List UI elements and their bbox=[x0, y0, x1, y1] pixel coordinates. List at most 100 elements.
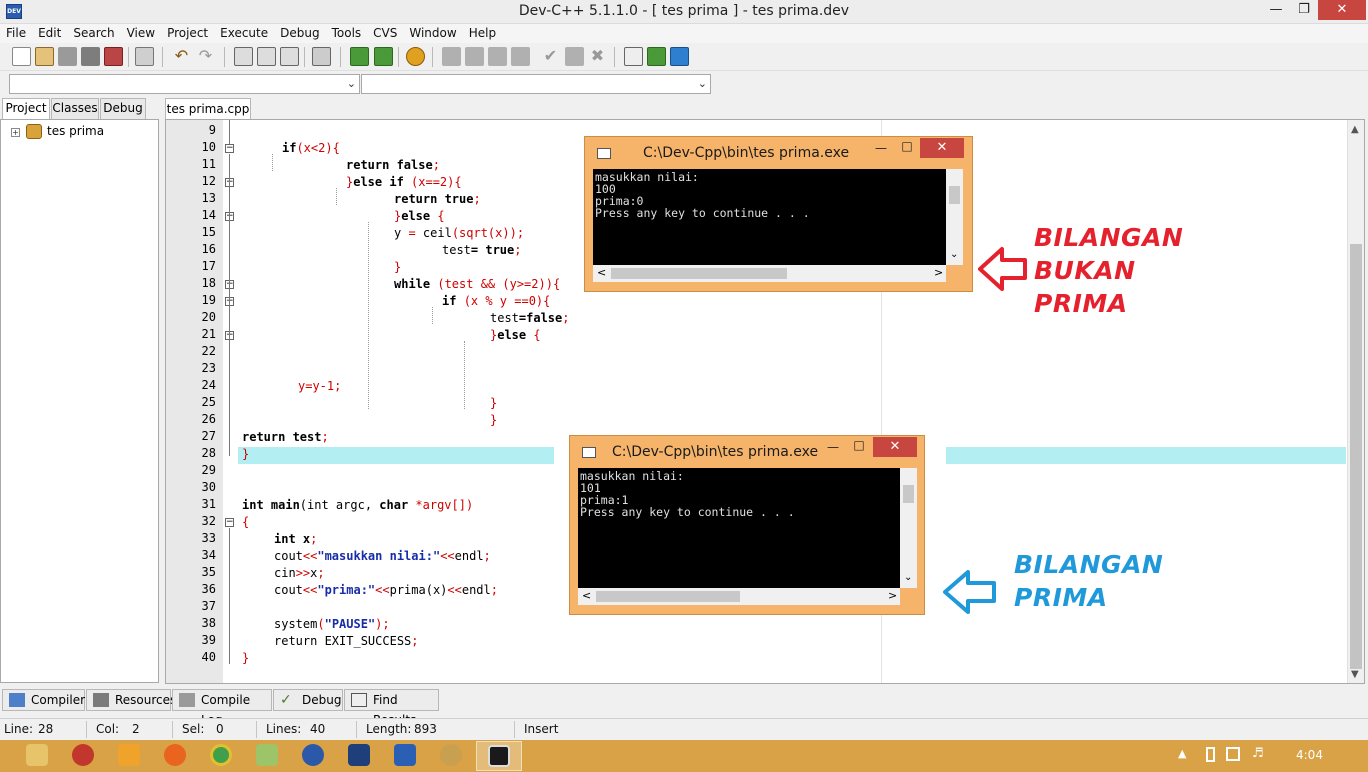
scroll-right-icon[interactable]: > bbox=[888, 589, 897, 602]
menu-cvs[interactable]: CVS bbox=[367, 24, 403, 43]
undo-icon[interactable]: ↶ bbox=[172, 47, 191, 66]
minimize-icon[interactable]: — bbox=[871, 141, 891, 155]
find-icon[interactable] bbox=[234, 47, 253, 66]
console-title-bar[interactable]: C:\Dev-Cpp\bin\tes prima.exe — □ ✕ bbox=[585, 137, 972, 167]
menu-search[interactable]: Search bbox=[67, 24, 120, 43]
maximize-icon[interactable]: □ bbox=[849, 438, 869, 452]
project-root-label[interactable]: tes prima bbox=[47, 124, 104, 138]
replace-icon[interactable] bbox=[257, 47, 276, 66]
scrollbar-thumb[interactable] bbox=[903, 485, 914, 503]
console-window-1[interactable]: C:\Dev-Cpp\bin\tes prima.exe — □ ✕ masuk… bbox=[584, 136, 973, 292]
minimize-icon[interactable]: — bbox=[823, 440, 843, 454]
add-to-project-icon[interactable] bbox=[350, 47, 369, 66]
scroll-down-icon[interactable]: ⌄ bbox=[950, 249, 958, 260]
project-options-icon[interactable] bbox=[406, 47, 425, 66]
chrome-icon[interactable] bbox=[210, 744, 232, 766]
open-file-icon[interactable] bbox=[35, 47, 54, 66]
bookmark-icon[interactable] bbox=[670, 47, 689, 66]
fold-marker-icon[interactable]: − bbox=[225, 518, 234, 527]
menu-file[interactable]: File bbox=[0, 24, 32, 43]
folder-icon[interactable] bbox=[256, 744, 278, 766]
scrollbar-thumb[interactable] bbox=[949, 186, 960, 204]
save-icon[interactable] bbox=[58, 47, 77, 66]
menu-window[interactable]: Window bbox=[403, 24, 462, 43]
expand-icon[interactable]: + bbox=[11, 128, 20, 137]
fold-marker-icon[interactable]: − bbox=[225, 144, 234, 153]
scroll-left-icon[interactable]: < bbox=[582, 589, 591, 602]
scroll-right-icon[interactable]: > bbox=[934, 266, 943, 279]
tab-resources[interactable]: Resources bbox=[86, 689, 176, 711]
menu-edit[interactable]: Edit bbox=[32, 24, 67, 43]
run-icon[interactable] bbox=[465, 47, 484, 66]
tab-find-results[interactable]: Find Results bbox=[344, 689, 439, 727]
tab-debug-output[interactable]: ✓ Debug bbox=[273, 689, 343, 711]
clock[interactable]: 4:04 bbox=[1296, 748, 1323, 762]
maximize-icon[interactable]: □ bbox=[897, 139, 917, 153]
paint-icon[interactable] bbox=[440, 744, 462, 766]
code-line-26: } bbox=[490, 413, 498, 427]
code-line-10: if(x<2){ bbox=[282, 141, 340, 155]
save-all-icon[interactable] bbox=[81, 47, 100, 66]
rebuild-all-icon[interactable] bbox=[511, 47, 530, 66]
scroll-up-icon[interactable]: ▲ bbox=[1351, 124, 1359, 135]
stop-icon[interactable]: ✖ bbox=[588, 47, 607, 66]
console-vertical-scrollbar[interactable]: ⌄ bbox=[946, 169, 963, 265]
scroll-down-icon[interactable]: ▼ bbox=[1351, 669, 1359, 680]
print-icon[interactable] bbox=[135, 47, 154, 66]
insert-icon[interactable] bbox=[647, 47, 666, 66]
scrollbar-thumb[interactable] bbox=[611, 268, 787, 279]
code-line-18: while (test && (y>=2)){ bbox=[394, 277, 561, 291]
scrollbar-thumb[interactable] bbox=[596, 591, 740, 602]
member-selector[interactable]: ⌄ bbox=[361, 74, 711, 94]
action-center-icon[interactable] bbox=[1226, 747, 1240, 761]
menu-help[interactable]: Help bbox=[463, 24, 502, 43]
editor-vertical-scrollbar[interactable]: ▲ ▼ bbox=[1347, 120, 1364, 683]
find-next-icon[interactable] bbox=[280, 47, 299, 66]
console-title-bar[interactable]: C:\Dev-Cpp\bin\tes prima.exe — □ ✕ bbox=[570, 436, 924, 466]
class-selector[interactable]: ⌄ bbox=[9, 74, 360, 94]
network-icon[interactable] bbox=[302, 744, 324, 766]
scroll-left-icon[interactable]: < bbox=[597, 266, 606, 279]
new-file-icon[interactable] bbox=[12, 47, 31, 66]
media-player-icon[interactable] bbox=[118, 744, 140, 766]
menu-project[interactable]: Project bbox=[161, 24, 214, 43]
tab-project[interactable]: Project bbox=[2, 98, 50, 120]
firefox-icon[interactable] bbox=[164, 744, 186, 766]
word-icon[interactable] bbox=[394, 744, 416, 766]
close-icon[interactable]: ✕ bbox=[873, 437, 917, 457]
console-horizontal-scrollbar[interactable]: < > bbox=[593, 265, 946, 282]
console-vertical-scrollbar[interactable]: ⌄ bbox=[900, 468, 917, 588]
menu-debug[interactable]: Debug bbox=[274, 24, 325, 43]
menu-view[interactable]: View bbox=[121, 24, 161, 43]
tab-tes-prima-cpp[interactable]: tes prima.cpp bbox=[165, 98, 251, 120]
scroll-down-icon[interactable]: ⌄ bbox=[904, 572, 912, 583]
volume-icon[interactable]: ♬ bbox=[1252, 746, 1264, 761]
console-horizontal-scrollbar[interactable]: < > bbox=[578, 588, 900, 605]
app-icon[interactable] bbox=[72, 744, 94, 766]
compile-run-icon[interactable] bbox=[488, 47, 507, 66]
show-hidden-icons-icon[interactable]: ▲ bbox=[1178, 747, 1186, 760]
close-file-icon[interactable] bbox=[104, 47, 123, 66]
tab-compile-log[interactable]: Compile Log bbox=[172, 689, 272, 727]
goto-line-icon[interactable] bbox=[312, 47, 331, 66]
tab-debug[interactable]: Debug bbox=[100, 98, 146, 119]
maximize-icon[interactable]: ❐ bbox=[1290, 0, 1318, 20]
menu-tools[interactable]: Tools bbox=[326, 24, 368, 43]
compile-icon[interactable] bbox=[442, 47, 461, 66]
close-icon[interactable]: ✕ bbox=[920, 138, 964, 158]
scrollbar-thumb[interactable] bbox=[1350, 244, 1362, 669]
minimize-icon[interactable]: — bbox=[1262, 0, 1290, 20]
battery-icon[interactable] bbox=[1206, 747, 1215, 762]
clean-icon[interactable] bbox=[565, 47, 584, 66]
file-explorer-icon[interactable] bbox=[26, 744, 48, 766]
console-window-2[interactable]: C:\Dev-Cpp\bin\tes prima.exe — □ ✕ masuk… bbox=[569, 435, 925, 615]
check-syntax-icon[interactable]: ✔ bbox=[541, 47, 560, 66]
tab-compiler[interactable]: Compiler bbox=[2, 689, 85, 711]
dev-cpp-taskbar-icon[interactable] bbox=[348, 744, 370, 766]
tab-classes[interactable]: Classes bbox=[51, 98, 99, 119]
redo-icon[interactable]: ↷ bbox=[196, 47, 215, 66]
remove-from-project-icon[interactable] bbox=[374, 47, 393, 66]
new-project-icon[interactable] bbox=[624, 47, 643, 66]
menu-execute[interactable]: Execute bbox=[214, 24, 274, 43]
close-icon[interactable]: ✕ bbox=[1318, 0, 1366, 20]
